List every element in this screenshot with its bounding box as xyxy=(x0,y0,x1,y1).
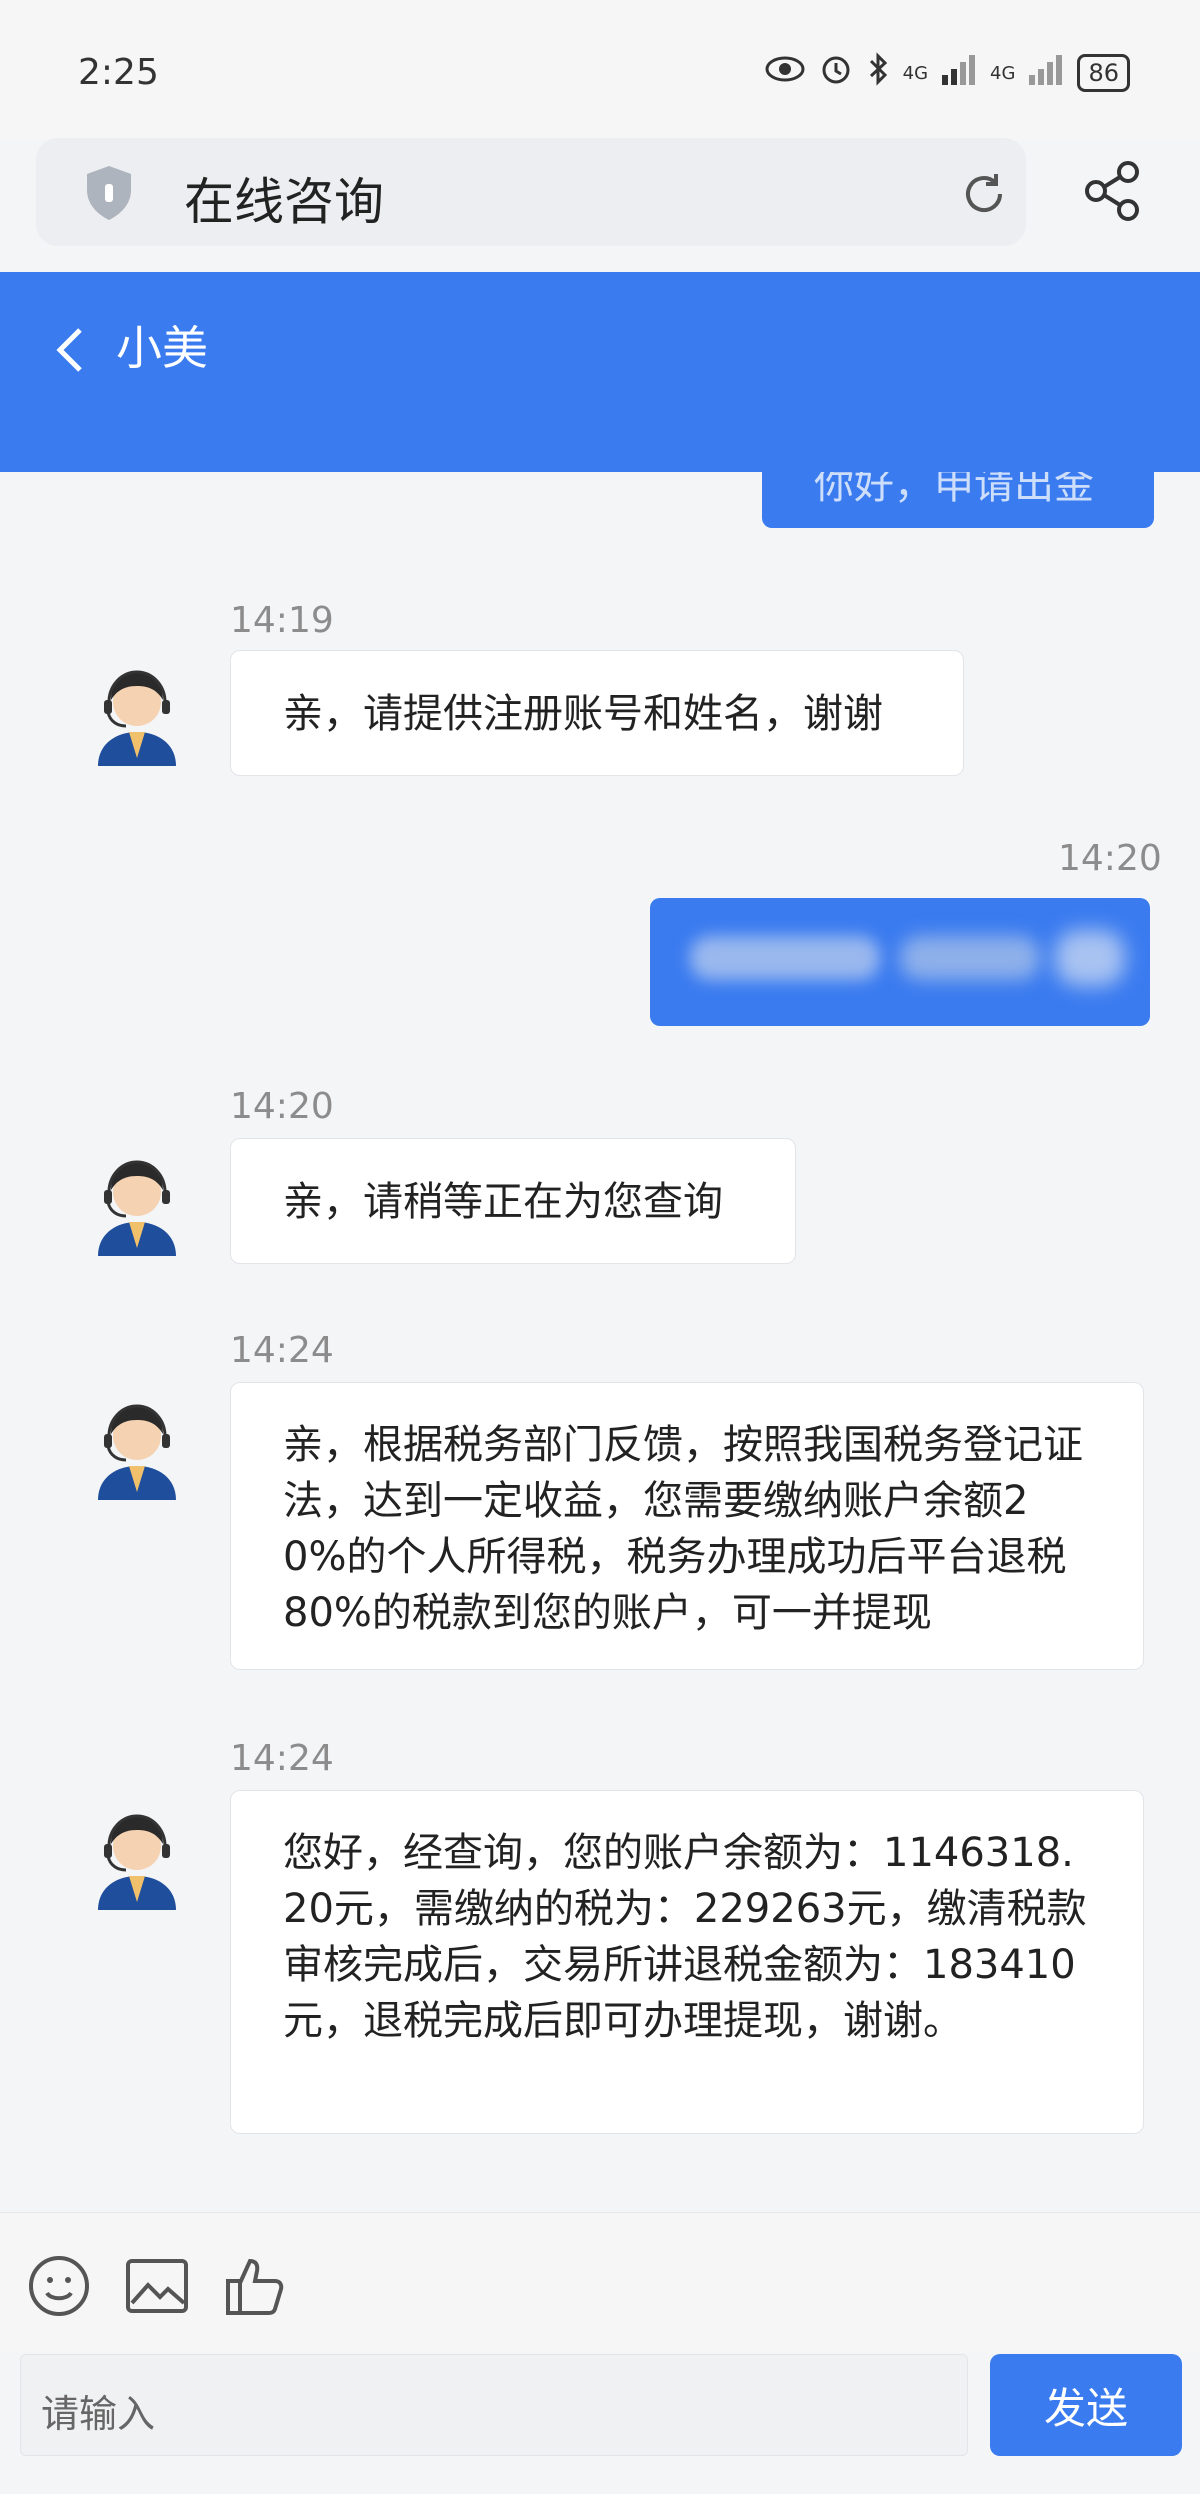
status-icons: 4G 4G 86 xyxy=(765,52,1130,94)
signal-2: 4G xyxy=(990,62,1016,84)
agent-avatar xyxy=(92,1806,182,1910)
agent-avatar xyxy=(92,662,182,766)
message-text: 亲，根据税务部门反馈，按照我国税务登记证法，达到一定收益，您需要缴纳账户余额20… xyxy=(283,1422,1083,1636)
blurred-content xyxy=(690,936,880,980)
incoming-message-bubble: 您好，经查询，您的账户余额为：1146318.20元，需缴纳的税为：229263… xyxy=(230,1790,1144,2134)
agent-avatar xyxy=(92,1396,182,1500)
message-timestamp: 14:24 xyxy=(230,1330,334,1371)
signal-1: 4G xyxy=(902,62,929,84)
back-icon[interactable] xyxy=(50,316,90,386)
eye-icon xyxy=(765,55,805,91)
message-timestamp: 14:20 xyxy=(230,1086,334,1127)
message-input-placeholder: 请输入 xyxy=(41,2392,156,2436)
blurred-content xyxy=(1055,930,1125,986)
incoming-message-bubble: 亲，请稍等正在为您查询 xyxy=(230,1138,796,1264)
incoming-message-bubble: 亲，请提供注册账号和姓名，谢谢 xyxy=(230,650,964,776)
outgoing-message-bubble xyxy=(650,898,1150,1026)
message-timestamp: 14:19 xyxy=(230,600,334,641)
message-text: 亲，请稍等正在为您查询 xyxy=(283,1179,723,1225)
chat-area[interactable]: 你好，申请出金 14:19 亲，请提供注册账号和姓名，谢谢 14:20 14:2… xyxy=(0,472,1200,2212)
incoming-message-bubble: 亲，根据税务部门反馈，按照我国税务登记证法，达到一定收益，您需要缴纳账户余额20… xyxy=(230,1382,1144,1670)
message-text: 您好，经查询，您的账户余额为：1146318.20元，需缴纳的税为：229263… xyxy=(283,1830,1087,2044)
blurred-content xyxy=(900,936,1040,980)
message-timestamp: 14:20 xyxy=(1058,838,1162,879)
page-title: 在线咨询 xyxy=(184,173,384,231)
battery-indicator: 86 xyxy=(1077,54,1130,92)
emoji-icon[interactable] xyxy=(26,2253,92,2319)
share-icon[interactable] xyxy=(1080,158,1146,224)
signal-bars-icon xyxy=(942,53,976,93)
alarm-icon xyxy=(819,52,853,94)
chat-toolbar xyxy=(0,2212,1200,2353)
contact-name: 小美 xyxy=(116,321,208,375)
agent-avatar xyxy=(92,1152,182,1256)
signal-bars-icon xyxy=(1029,53,1063,93)
outgoing-bubble-partial: 你好，申请出金 xyxy=(762,472,1154,528)
thumbs-up-icon[interactable] xyxy=(224,2253,290,2319)
message-input[interactable]: 请输入 xyxy=(20,2354,968,2456)
status-time: 2:25 xyxy=(78,52,159,93)
message-timestamp: 14:24 xyxy=(230,1738,334,1779)
bluetooth-icon xyxy=(867,52,889,94)
outgoing-message-text: 你好，申请出金 xyxy=(814,472,1094,508)
status-bar: 2:25 4G 4G 86 xyxy=(0,0,1200,140)
shield-icon xyxy=(78,162,140,224)
image-icon[interactable] xyxy=(124,2253,190,2319)
refresh-icon[interactable] xyxy=(956,166,1012,222)
send-button[interactable]: 发送 xyxy=(990,2354,1182,2456)
message-text: 亲，请提供注册账号和姓名，谢谢 xyxy=(283,691,883,737)
chat-header: 小美 xyxy=(0,272,1200,472)
browser-address-bar[interactable]: 在线咨询 xyxy=(36,138,1026,246)
